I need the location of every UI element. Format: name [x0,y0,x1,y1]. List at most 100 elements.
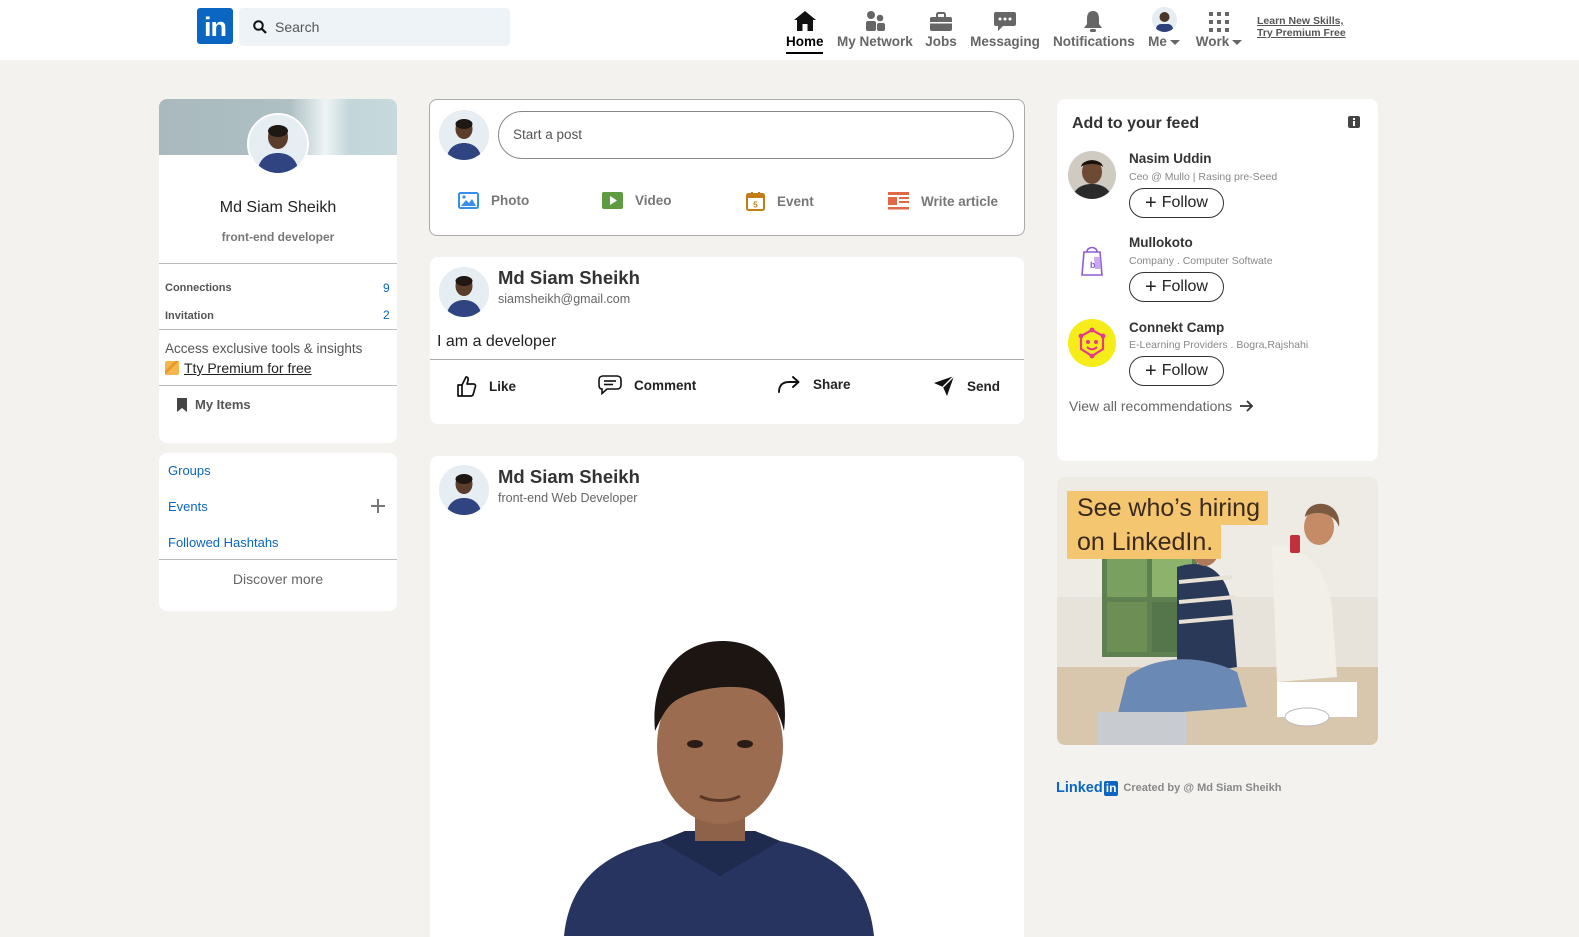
comment-button[interactable]: Comment [598,375,696,395]
follow-button[interactable]: + Follow [1129,272,1224,302]
premium-text: Access exclusive tools & insights [165,341,363,356]
nav-me-label: Me [1146,34,1182,49]
divider [430,359,1024,360]
try-premium-link[interactable]: Learn New Skills, Try Premium Free [1257,15,1346,39]
feed-title: Add to your feed [1072,115,1200,132]
svg-text:b: b [1090,260,1096,270]
premium-badge-icon [165,361,179,375]
recommendation-avatar[interactable] [1068,319,1116,367]
photo-label: Photo [491,193,530,208]
events-link[interactable]: Events [168,499,208,514]
photo-icon [458,192,479,209]
add-event-icon[interactable] [371,499,385,513]
recommendation-avatar[interactable]: b [1068,235,1116,283]
recommendation-name[interactable]: Nasim Uddin [1129,151,1212,166]
recommendation-name[interactable]: Connekt Camp [1129,320,1224,335]
event-button[interactable]: 5 Event [746,192,814,211]
communities-card: Groups Events Followed Hashtahs Discover… [159,453,397,611]
person-photo-icon [1068,151,1116,199]
recommendation-subtitle: Ceo @ Mullo | Rasing pre-Seed [1129,171,1278,183]
view-all-recommendations-link[interactable]: View all recommendations [1069,398,1254,414]
svg-text:5: 5 [753,201,758,210]
like-button[interactable]: Like [455,375,516,397]
post-author-name[interactable]: Md Siam Sheikh [498,267,640,289]
recommendation-avatar[interactable] [1068,151,1116,199]
connections-count[interactable]: 9 [383,281,390,295]
nav-messaging[interactable]: Messaging [970,6,1040,54]
search-input[interactable] [275,19,495,35]
send-label: Send [967,378,1001,394]
composer-avatar[interactable] [439,110,489,160]
article-icon [888,192,909,210]
bell-icon [1084,11,1102,32]
nav-my-network[interactable]: My Network [837,6,913,54]
me-avatar [1151,7,1177,32]
premium-link[interactable]: Tty Premium for free [184,360,312,376]
video-button[interactable]: Video [602,192,672,209]
arrow-right-icon [1240,400,1254,412]
start-post-input[interactable]: Start a post [498,111,1014,159]
nav-messaging-label: Messaging [970,34,1040,49]
search-icon [253,20,267,34]
nav-work[interactable]: Work [1195,6,1243,54]
groups-link[interactable]: Groups [168,463,211,478]
my-items-link[interactable]: My Items [177,397,251,412]
chevron-down-icon [1232,39,1243,45]
nav-notifications-label: Notifications [1053,34,1135,49]
nav-my-network-label: My Network [837,34,913,49]
my-items-label: My Items [195,397,251,412]
profile-headline: front-end developer [221,230,335,244]
post-author-name[interactable]: Md Siam Sheikh [498,466,640,488]
shopping-bag-logo-icon: b [1081,246,1103,276]
footer-credit: Created by @ Md Siam Sheikh [1123,782,1282,794]
hiring-ad[interactable]: See who’s hiring on LinkedIn. [1057,477,1378,745]
post-composer: Start a post Photo Video 5 Event Write a… [429,99,1025,236]
invitation-label[interactable]: Invitation [165,310,214,322]
post-photo[interactable] [550,636,890,936]
invitation-count[interactable]: 2 [383,308,390,322]
comment-icon [598,375,622,395]
info-icon[interactable] [1348,116,1360,128]
nav-jobs[interactable]: Jobs [925,6,957,54]
nav-notifications[interactable]: Notifications [1053,6,1135,54]
connections-label[interactable]: Connections [165,282,232,294]
recommendation-name[interactable]: Mullokoto [1129,235,1193,250]
divider [159,263,397,264]
write-article-label: Write article [921,193,999,209]
plus-icon: + [1145,360,1157,382]
send-button[interactable]: Send [933,375,1000,397]
write-article-button[interactable]: Write article [888,192,998,210]
hashtags-link[interactable]: Followed Hashtahs [168,535,279,550]
follow-button[interactable]: + Follow [1129,356,1224,386]
person-photo-icon [1151,7,1177,32]
share-button[interactable]: Share [777,375,851,393]
premium-link-row[interactable]: Tty Premium for free [165,360,312,376]
search-bar[interactable] [239,8,510,46]
post-author-avatar[interactable] [439,267,489,317]
send-icon [934,375,955,396]
profile-avatar[interactable] [247,113,309,175]
footer: Linked in Created by @ Md Siam Sheikh [1056,780,1281,796]
add-to-feed-card: Add to your feed Nasim Uddin Ceo @ Mullo… [1057,99,1378,461]
messaging-icon [994,12,1016,31]
grid-icon [1209,12,1229,32]
post-author-avatar[interactable] [439,465,489,515]
follow-button[interactable]: + Follow [1129,188,1224,218]
plus-icon: + [1145,276,1157,298]
profile-name[interactable]: Md Siam Sheikh [159,199,397,217]
top-nav-bar: in Home My Network Jobs Messaging Notifi… [0,0,1579,60]
footer-brand[interactable]: Linked [1056,780,1103,796]
linkedin-logo[interactable]: in [197,8,233,44]
photo-button[interactable]: Photo [458,192,529,209]
person-photo-icon [439,110,489,160]
video-label: Video [635,193,672,208]
share-label: Share [813,376,851,392]
recommendation-subtitle: E-Learning Providers . Bogra,Rajshahi [1129,339,1309,351]
divider [159,329,397,330]
discover-more-button[interactable]: Discover more [159,571,397,587]
nav-home[interactable]: Home [786,6,824,54]
comment-label: Comment [634,377,697,393]
recommendation-subtitle: Company . Computer Softwate [1129,255,1273,267]
post-author-subtitle: siamsheikh@gmail.com [498,292,631,306]
nav-me[interactable]: Me [1146,6,1182,54]
